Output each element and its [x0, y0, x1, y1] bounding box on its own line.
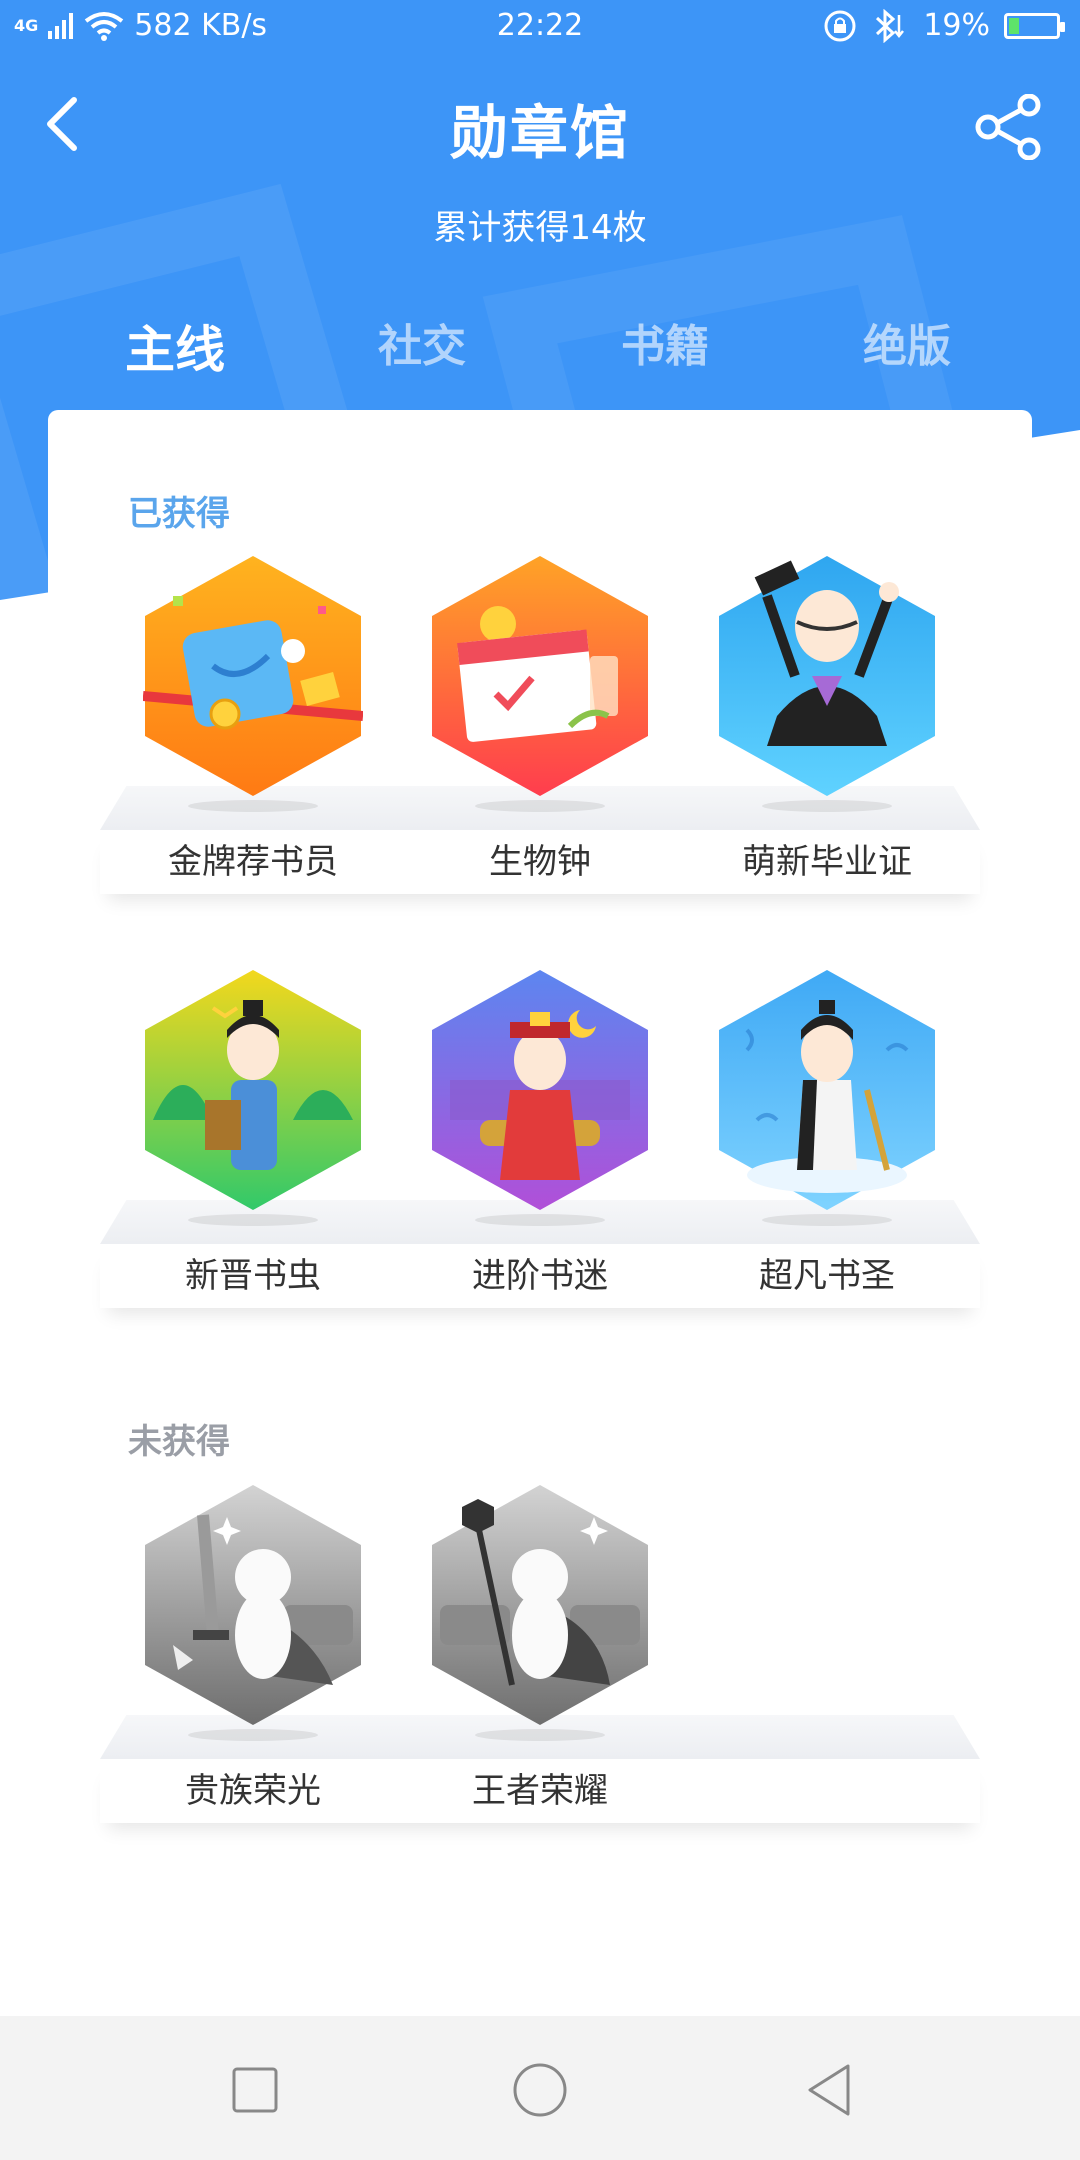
badge-row: 新晋书虫 进阶书迷 超凡书圣 [100, 970, 980, 1310]
recent-apps-icon[interactable] [225, 2060, 285, 2120]
battery-icon [1004, 12, 1065, 39]
system-nav-bar [0, 2016, 1080, 2160]
badge-label: 金牌荐书员 [168, 842, 338, 882]
calendar-clock-icon [432, 556, 648, 796]
nav-bar: 勋章馆 [0, 80, 1080, 170]
battery-percent: 19% [923, 8, 990, 43]
badge-label: 王者荣耀 [472, 1771, 608, 1811]
tab-books[interactable]: 书籍 [565, 310, 765, 374]
graduate-icon [719, 556, 935, 796]
badge-row: 贵族荣光 王者荣耀 [100, 1485, 980, 1825]
badge-item[interactable]: 贵族荣光 [100, 1485, 406, 1825]
king-scepter-icon [432, 1485, 648, 1725]
badge-label: 进阶书迷 [472, 1256, 608, 1296]
badge-row: 金牌荐书员 生物钟 萌新毕业证 [100, 556, 980, 896]
badge-item[interactable]: 超凡书圣 [674, 970, 980, 1310]
badge-item[interactable]: 新晋书虫 [100, 970, 406, 1310]
badge-item[interactable]: 王者荣耀 [387, 1485, 693, 1825]
badge-label: 生物钟 [489, 842, 591, 882]
tab-limited[interactable]: 绝版 [807, 310, 1007, 374]
badge-item[interactable]: 萌新毕业证 [674, 556, 980, 896]
page-title: 勋章馆 [449, 99, 630, 167]
section-title-obtained: 已获得 [128, 494, 230, 534]
tab-social[interactable]: 社交 [322, 310, 522, 374]
badge-card: 已获得 金牌荐书员 生物钟 萌新毕业证 新晋书虫 进阶书迷 超凡书圣 未获得 贵… [48, 410, 1032, 2010]
badge-item[interactable]: 进阶书迷 [387, 970, 693, 1310]
badge-label: 超凡书圣 [759, 1256, 895, 1296]
badge-label: 贵族荣光 [185, 1771, 321, 1811]
sage-scholar-icon [719, 970, 935, 1210]
scholar-official-icon [432, 970, 648, 1210]
badge-item[interactable]: 生物钟 [387, 556, 693, 896]
badge-item[interactable]: 金牌荐书员 [100, 556, 406, 896]
gold-medal-recommender-icon [143, 556, 363, 796]
badge-label: 新晋书虫 [185, 1256, 321, 1296]
badge-label: 萌新毕业证 [742, 842, 912, 882]
total-count: 累计获得14枚 [433, 208, 647, 248]
share-icon[interactable] [974, 94, 1044, 160]
status-bar: 4G 582 KB/s 22:22 19% [0, 0, 1080, 56]
tab-bar: 主线 社交 书籍 绝版 [0, 310, 1080, 390]
section-title-not-obtained: 未获得 [128, 1422, 230, 1462]
scholar-bookworm-icon [145, 970, 361, 1210]
tab-mainline[interactable]: 主线 [75, 310, 275, 382]
home-icon[interactable] [510, 2060, 570, 2120]
rotation-lock-icon [824, 10, 856, 41]
noble-sword-icon [145, 1485, 361, 1725]
bluetooth-icon [876, 8, 905, 43]
back-nav-icon[interactable] [800, 2060, 860, 2120]
